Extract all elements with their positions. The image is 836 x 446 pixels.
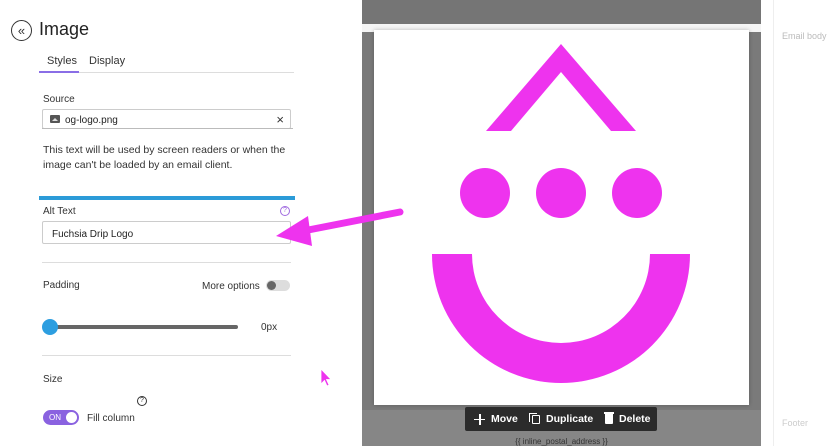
annotation-arrow-shaft [294, 208, 404, 236]
annotation-overlay [276, 208, 404, 387]
annotation-arrow-head [276, 216, 312, 246]
mouse-cursor-icon [320, 368, 332, 387]
